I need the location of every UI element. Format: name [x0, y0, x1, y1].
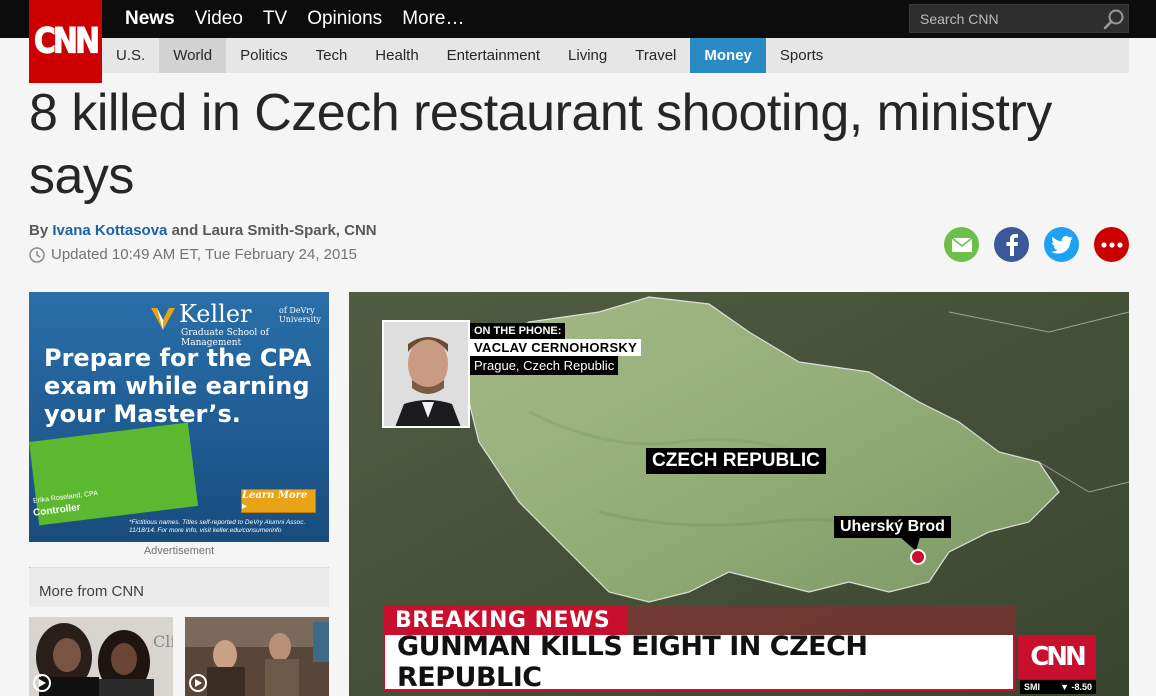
nav-tv[interactable]: TV — [263, 8, 287, 30]
byline: By Ivana Kottasova and Laura Smith-Spark… — [29, 222, 377, 239]
twitter-share-button[interactable] — [1044, 227, 1079, 262]
nav-news[interactable]: News — [125, 8, 175, 30]
clock-icon — [29, 246, 45, 263]
keller-logo-icon — [151, 308, 175, 330]
main-nav: News Video TV Opinions More… — [115, 0, 474, 38]
search-icon[interactable] — [1102, 8, 1126, 32]
facebook-share-button[interactable] — [994, 227, 1029, 262]
related-video-thumb-1[interactable]: Cliv — [29, 617, 173, 696]
section-us[interactable]: U.S. — [102, 38, 159, 73]
section-nav: U.S. World Politics Tech Health Entertai… — [29, 38, 1129, 73]
ad-fine-print: *Fictitious names. Titles self-reported … — [129, 519, 306, 534]
keller-advertisement[interactable]: Keller Graduate School of Management of … — [29, 292, 329, 542]
caller-photo — [382, 320, 470, 428]
advertisement-label: Advertisement — [143, 545, 215, 557]
svg-text:Cliv: Cliv — [153, 632, 173, 651]
news-ticker: GUNMAN KILLS EIGHT IN CZECH REPUBLIC — [383, 631, 1015, 693]
updated-timestamp: Updated 10:49 AM ET, Tue February 24, 20… — [29, 246, 357, 263]
caller-location: Prague, Czech Republic — [470, 356, 619, 375]
caller-lower-third: ON THE PHONE: VACLAV CERNOHORSKY Prague,… — [470, 321, 642, 375]
section-world[interactable]: World — [159, 38, 227, 73]
ad-headline: Prepare for the CPA exam while earning y… — [44, 344, 312, 428]
related-video-thumb-2[interactable] — [185, 617, 329, 696]
facebook-icon — [1006, 233, 1018, 256]
more-from-cnn-header: More from CNN — [29, 567, 329, 607]
city-marker — [910, 549, 926, 565]
cnn-logo[interactable]: CNN — [29, 0, 102, 83]
caller-name: VACLAV CERNOHORSKY — [470, 339, 642, 356]
more-share-button[interactable] — [1094, 227, 1129, 262]
section-politics[interactable]: Politics — [226, 38, 302, 73]
twitter-icon — [1050, 235, 1073, 254]
ad-brand: Keller — [179, 300, 252, 328]
nav-opinions[interactable]: Opinions — [307, 8, 382, 30]
page: News Video TV Opinions More… Search CNN … — [0, 0, 1156, 696]
top-nav-bar: News Video TV Opinions More… Search CNN — [0, 0, 1156, 38]
play-icon — [33, 674, 51, 692]
section-sports[interactable]: Sports — [766, 38, 837, 73]
country-label: CZECH REPUBLIC — [646, 448, 826, 474]
author-link[interactable]: Ivana Kottasova — [52, 222, 167, 239]
ad-learn-more-button[interactable]: Learn More ▸ — [241, 489, 316, 513]
section-living[interactable]: Living — [554, 38, 621, 73]
section-entertainment[interactable]: Entertainment — [433, 38, 554, 73]
play-icon — [189, 674, 207, 692]
ad-devry: of DeVry University — [279, 306, 321, 324]
more-icon — [1100, 241, 1123, 248]
email-share-button[interactable] — [944, 227, 979, 262]
article-headline: 8 killed in Czech restaurant shooting, m… — [29, 84, 1052, 205]
city-label: Uherský Brod — [834, 516, 951, 538]
nav-video[interactable]: Video — [195, 8, 243, 30]
nav-more[interactable]: More… — [402, 8, 464, 30]
video-cnn-logo: CNN — [1018, 635, 1096, 679]
search-input[interactable]: Search CNN — [909, 4, 1129, 33]
section-money[interactable]: Money — [690, 38, 766, 73]
section-health[interactable]: Health — [361, 38, 432, 73]
section-tech[interactable]: Tech — [302, 38, 362, 73]
market-ticker: SMI ▼ -8.50 — [1020, 680, 1096, 694]
on-the-phone-label: ON THE PHONE: — [470, 323, 566, 339]
email-icon — [951, 236, 972, 252]
section-travel[interactable]: Travel — [621, 38, 690, 73]
